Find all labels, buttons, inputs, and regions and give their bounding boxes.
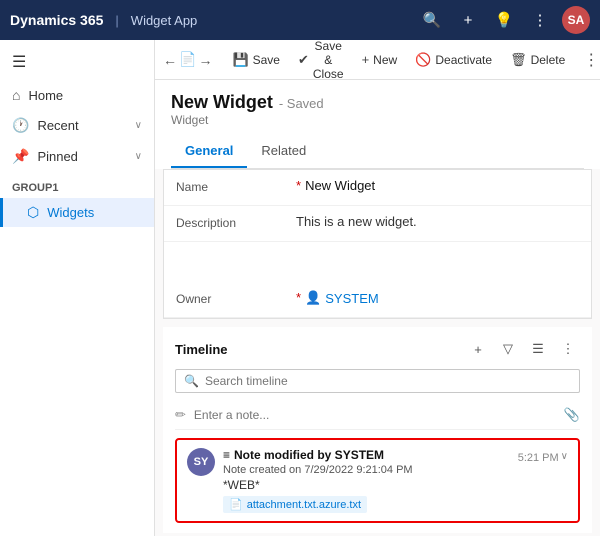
chevron-down-icon: ∨ <box>135 120 142 131</box>
form-header: New Widget - Saved Widget General Relate… <box>155 80 600 169</box>
timeline-search-input[interactable] <box>205 374 571 388</box>
new-label: New <box>373 53 397 67</box>
attachment-icon[interactable]: 📎 <box>564 407 580 423</box>
command-bar: ← 📄 → 💾 Save ✔ Save & Close + New 🚫 Deac… <box>155 40 600 80</box>
tab-related[interactable]: Related <box>247 135 320 168</box>
deactivate-icon: 🚫 <box>415 52 431 68</box>
sidebar-group-label: Group1 <box>0 172 154 198</box>
saved-label: - Saved <box>279 96 324 111</box>
timeline-actions: + ▽ ☰ ⋮ <box>466 337 580 361</box>
save-button[interactable]: 💾 Save <box>224 47 288 73</box>
sidebar-home-label: Home <box>28 88 63 103</box>
entry-title: ≡ Note modified by SYSTEM <box>223 448 500 462</box>
delete-label: Delete <box>531 53 566 67</box>
recent-icon: 🕐 <box>12 117 29 134</box>
owner-required-indicator: * <box>296 290 301 305</box>
app-name: Widget App <box>131 13 198 28</box>
entry-avatar: SY <box>187 448 215 476</box>
page-icon-button[interactable]: 📄 <box>179 46 196 74</box>
main-content: ← 📄 → 💾 Save ✔ Save & Close + New 🚫 Deac… <box>155 40 600 536</box>
hamburger-menu-icon[interactable]: ☰ <box>0 44 154 80</box>
timeline-search-box[interactable]: 🔍 <box>175 369 580 393</box>
entry-time: 5:21 PM <box>518 452 559 464</box>
timeline-section: Timeline + ▽ ☰ ⋮ 🔍 ✏ 📎 <box>163 327 592 533</box>
note-input-field[interactable] <box>194 408 564 422</box>
name-field-row: Name * New Widget <box>164 170 591 206</box>
delete-icon: 🗑 <box>510 52 527 68</box>
pencil-icon: ✏ <box>175 407 186 423</box>
form-area: New Widget - Saved Widget General Relate… <box>155 80 600 536</box>
sidebar-item-home[interactable]: ⌂ Home <box>0 80 154 110</box>
save-close-button[interactable]: ✔ Save & Close <box>290 40 352 86</box>
form-spacer <box>164 242 591 282</box>
sidebar-item-widgets[interactable]: ⬡ Widgets <box>0 198 154 227</box>
save-close-label: Save & Close <box>313 40 344 81</box>
owner-field-value[interactable]: 👤 SYSTEM <box>305 290 379 306</box>
sidebar: ☰ ⌂ Home 🕐 Recent ∨ 📌 Pinned ∨ Group1 ⬡ … <box>0 40 155 536</box>
tab-general[interactable]: General <box>171 135 247 168</box>
deactivate-button[interactable]: 🚫 Deactivate <box>407 47 500 73</box>
note-input-row: ✏ 📎 <box>175 401 580 430</box>
save-close-icon: ✔ <box>298 52 309 68</box>
timeline-list-icon[interactable]: ☰ <box>526 337 550 361</box>
nav-divider: | <box>115 13 118 28</box>
more-commands-icon[interactable]: ⋮ <box>577 45 600 75</box>
new-button[interactable]: + New <box>354 47 406 72</box>
chevron-down-icon-pinned: ∨ <box>135 151 142 162</box>
timeline-entry: SY ≡ Note modified by SYSTEM Note create… <box>175 438 580 523</box>
pin-icon: 📌 <box>12 148 29 165</box>
form-title: New Widget <box>171 92 273 113</box>
name-field-label: Name <box>176 178 296 194</box>
timeline-add-button[interactable]: + <box>466 337 490 361</box>
sidebar-recent-label: Recent <box>37 118 78 133</box>
home-icon: ⌂ <box>12 87 20 103</box>
search-icon[interactable]: 🔍 <box>418 6 446 34</box>
save-label: Save <box>253 53 280 67</box>
lightbulb-icon[interactable]: 💡 <box>490 6 518 34</box>
timeline-search-icon: 🔍 <box>184 374 199 388</box>
add-icon[interactable]: + <box>454 6 482 34</box>
entry-time-col: 5:21 PM ∨ <box>508 448 568 464</box>
owner-person-icon: 👤 <box>305 290 321 306</box>
more-options-icon[interactable]: ⋮ <box>526 6 554 34</box>
forward-button[interactable]: → <box>198 46 212 74</box>
deactivate-label: Deactivate <box>435 53 492 67</box>
sidebar-pinned-label: Pinned <box>37 149 77 164</box>
name-field-value[interactable]: New Widget <box>305 178 375 193</box>
timeline-title: Timeline <box>175 342 466 357</box>
description-field-label: Description <box>176 214 296 230</box>
new-icon: + <box>362 52 370 67</box>
owner-field-row: Owner * 👤 SYSTEM <box>164 282 591 318</box>
note-icon: ≡ <box>223 448 230 462</box>
entry-body: *WEB* <box>223 478 500 492</box>
form-body: Name * New Widget Description This is a … <box>163 169 592 319</box>
owner-field-label: Owner <box>176 290 296 306</box>
sidebar-item-pinned[interactable]: 📌 Pinned ∨ <box>0 141 154 172</box>
description-field-value[interactable]: This is a new widget. <box>296 214 417 229</box>
top-navigation: Dynamics 365 | Widget App 🔍 + 💡 ⋮ SA <box>0 0 600 40</box>
attachment-link[interactable]: 📄 attachment.txt.azure.txt <box>223 496 367 513</box>
name-required-indicator: * <box>296 178 301 193</box>
delete-button[interactable]: 🗑 Delete <box>502 47 573 73</box>
timeline-filter-icon[interactable]: ▽ <box>496 337 520 361</box>
timeline-more-icon[interactable]: ⋮ <box>556 337 580 361</box>
user-avatar[interactable]: SA <box>562 6 590 34</box>
form-subtitle: Widget <box>171 113 584 127</box>
expand-icon[interactable]: ∨ <box>561 451 568 462</box>
timeline-header: Timeline + ▽ ☰ ⋮ <box>175 337 580 361</box>
widgets-icon: ⬡ <box>27 204 39 221</box>
entry-content: ≡ Note modified by SYSTEM Note created o… <box>223 448 500 513</box>
sidebar-item-recent[interactable]: 🕐 Recent ∨ <box>0 110 154 141</box>
save-icon: 💾 <box>232 52 248 68</box>
entry-time-row: 5:21 PM ∨ <box>518 448 568 464</box>
back-button[interactable]: ← <box>163 46 177 74</box>
form-tabs: General Related <box>171 135 584 169</box>
attachment-file-icon: 📄 <box>229 498 243 511</box>
sidebar-widgets-label: Widgets <box>47 205 94 220</box>
description-field-row: Description This is a new widget. <box>164 206 591 242</box>
brand-name: Dynamics 365 <box>10 12 103 28</box>
entry-meta: Note created on 7/29/2022 9:21:04 PM <box>223 464 500 476</box>
